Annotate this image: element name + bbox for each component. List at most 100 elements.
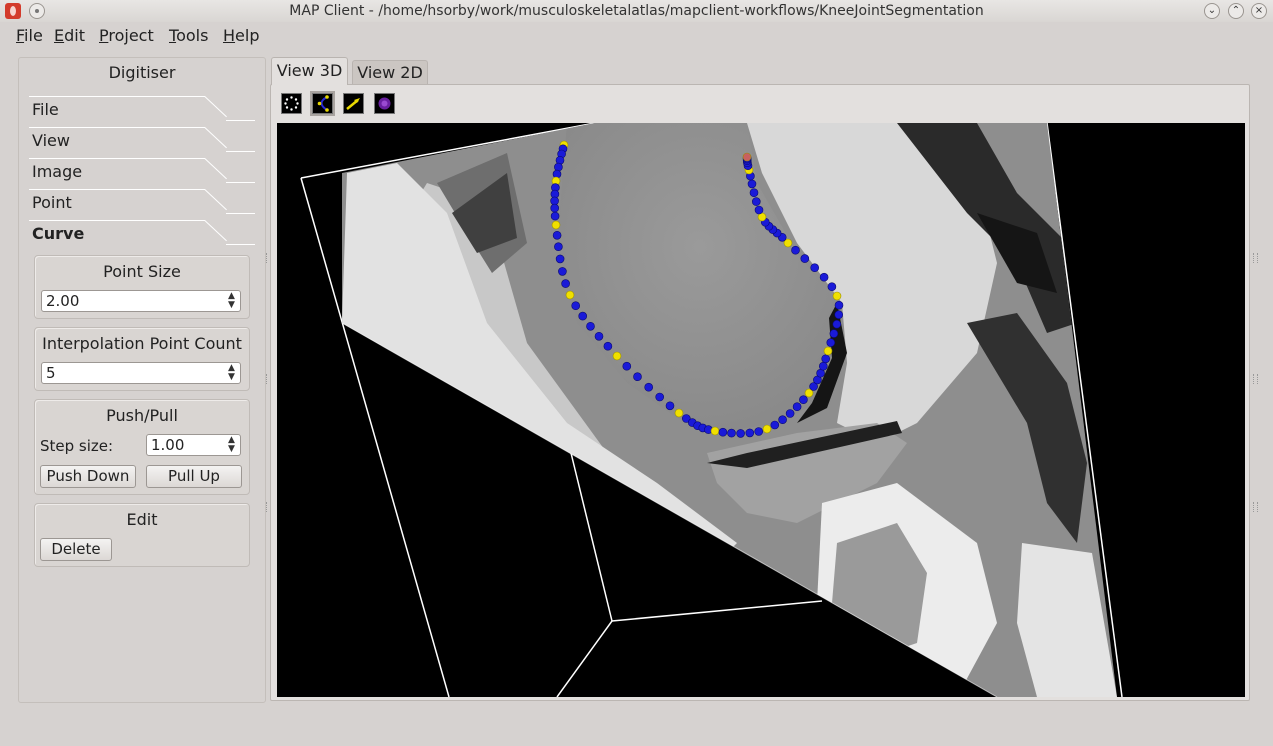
section-view[interactable]: View (32, 131, 70, 150)
step-size-label: Step size: (40, 437, 114, 455)
interpolated-point[interactable] (810, 263, 820, 272)
menu-edit[interactable]: Edit (54, 26, 85, 45)
interpolated-point[interactable] (754, 427, 764, 436)
interpolated-point[interactable] (751, 197, 761, 206)
interpolated-point[interactable] (819, 272, 829, 282)
control-point[interactable] (565, 290, 575, 300)
edit-title: Edit (126, 510, 158, 529)
interpolated-point[interactable] (800, 254, 810, 263)
normal-tool-icon[interactable] (343, 93, 364, 114)
section-file[interactable]: File (32, 100, 59, 119)
maximize-icon[interactable]: ⌃ (1228, 3, 1244, 19)
point-size-value: 2.00 (46, 292, 80, 310)
point-size-title: Point Size (103, 262, 181, 281)
scene (300, 123, 1123, 697)
control-point[interactable] (823, 346, 833, 356)
interpolated-point[interactable] (834, 310, 844, 319)
splitter-grip[interactable] (1253, 502, 1258, 512)
interpolated-point[interactable] (785, 409, 795, 418)
menu-help[interactable]: Help (223, 26, 259, 45)
push-down-button[interactable]: Push Down (40, 465, 136, 488)
interpolated-point[interactable] (550, 203, 560, 213)
interpolated-point[interactable] (834, 300, 844, 310)
close-icon[interactable]: × (1251, 3, 1267, 19)
control-point[interactable] (832, 291, 842, 301)
menu-file[interactable]: File (16, 26, 43, 45)
menu-project[interactable]: Project (99, 26, 154, 45)
interpolated-point[interactable] (558, 267, 567, 276)
digitiser-panel: Digitiser File View Image Point Curve Po… (18, 57, 266, 703)
interpolated-point[interactable] (778, 415, 787, 425)
interpolated-point[interactable] (603, 341, 613, 351)
control-point[interactable] (551, 220, 561, 230)
interpolated-point[interactable] (665, 401, 675, 411)
section-image[interactable]: Image (32, 162, 82, 181)
interpolated-point[interactable] (745, 428, 755, 438)
interpolated-point[interactable] (554, 242, 563, 251)
point-tool-icon[interactable] (281, 93, 302, 114)
control-point[interactable] (710, 426, 720, 436)
interpolated-point[interactable] (594, 332, 604, 341)
interpolated-point[interactable] (826, 338, 836, 347)
interpolated-point[interactable] (561, 279, 570, 288)
interpolated-point[interactable] (799, 395, 808, 405)
delete-button[interactable]: Delete (40, 538, 112, 561)
splitter-grip[interactable] (1253, 374, 1258, 384)
interpolated-point[interactable] (727, 428, 736, 438)
interpolated-point[interactable] (770, 420, 780, 430)
interpolated-point[interactable] (818, 361, 828, 371)
menu-tools[interactable]: Tools (169, 26, 208, 45)
interpolated-point[interactable] (555, 254, 565, 264)
spin-arrows-icon[interactable]: ▲ ▼ (227, 436, 236, 454)
interpolated-point[interactable] (578, 311, 588, 321)
point-size-group: Point Size 2.00 ▲ ▼ (34, 255, 250, 319)
interpolated-point[interactable] (718, 427, 728, 437)
section-point[interactable]: Point (32, 193, 72, 212)
splitter-grip[interactable] (1253, 253, 1258, 263)
interpolated-point[interactable] (736, 429, 745, 438)
pushpull-title: Push/Pull (106, 406, 178, 425)
interpolated-point[interactable] (550, 211, 560, 221)
point-size-spinbox[interactable]: 2.00 ▲ ▼ (41, 290, 241, 312)
control-point[interactable] (742, 152, 752, 162)
pushpull-group: Push/Pull Step size: 1.00 ▲ ▼ Push Down P… (34, 399, 250, 495)
step-size-spinbox[interactable]: 1.00 ▲ ▼ (146, 434, 241, 456)
tab-view-2d[interactable]: View 2D (352, 60, 428, 84)
interpolated-point[interactable] (633, 372, 642, 381)
interpolation-spinbox[interactable]: 5 ▲ ▼ (41, 362, 241, 384)
interpolated-point[interactable] (821, 354, 831, 364)
interpolated-point[interactable] (747, 179, 757, 189)
interpolated-point[interactable] (754, 205, 764, 215)
interpolated-point[interactable] (655, 392, 665, 402)
control-point[interactable] (674, 408, 684, 418)
section-curve[interactable]: Curve (32, 224, 84, 243)
3d-viewport[interactable] (277, 123, 1245, 697)
window-title: MAP Client - /home/hsorby/work/musculosk… (289, 3, 984, 19)
interpolated-point[interactable] (622, 361, 632, 371)
curve-tool-icon[interactable] (310, 91, 335, 116)
interpolated-point[interactable] (552, 231, 562, 240)
interpolated-point[interactable] (749, 188, 759, 197)
step-size-value: 1.00 (151, 436, 185, 454)
interpolation-value: 5 (46, 364, 56, 382)
interpolated-point[interactable] (586, 322, 595, 331)
interpolated-point[interactable] (827, 282, 837, 291)
interpolated-point[interactable] (554, 162, 563, 172)
menu-bar: File Edit Project Tools Help (0, 22, 1273, 50)
title-bar: MAP Client - /home/hsorby/work/musculosk… (0, 0, 1273, 23)
control-point[interactable] (612, 351, 622, 361)
spin-arrows-icon[interactable]: ▲ ▼ (227, 364, 236, 382)
interpolated-point[interactable] (792, 402, 802, 412)
interpolated-point[interactable] (550, 196, 559, 206)
orientation-tool-icon[interactable] (374, 93, 395, 114)
interpolated-point[interactable] (571, 301, 581, 310)
interpolated-point[interactable] (829, 329, 839, 338)
tab-view-3d[interactable]: View 3D (271, 57, 348, 85)
control-point[interactable] (762, 424, 772, 434)
pull-up-button[interactable]: Pull Up (146, 465, 242, 488)
interpolated-point[interactable] (644, 382, 654, 392)
spin-arrows-icon[interactable]: ▲ ▼ (227, 292, 236, 310)
interpolated-point[interactable] (832, 319, 842, 329)
interpolated-point[interactable] (791, 245, 800, 255)
minimize-icon[interactable]: ⌄ (1204, 3, 1220, 19)
